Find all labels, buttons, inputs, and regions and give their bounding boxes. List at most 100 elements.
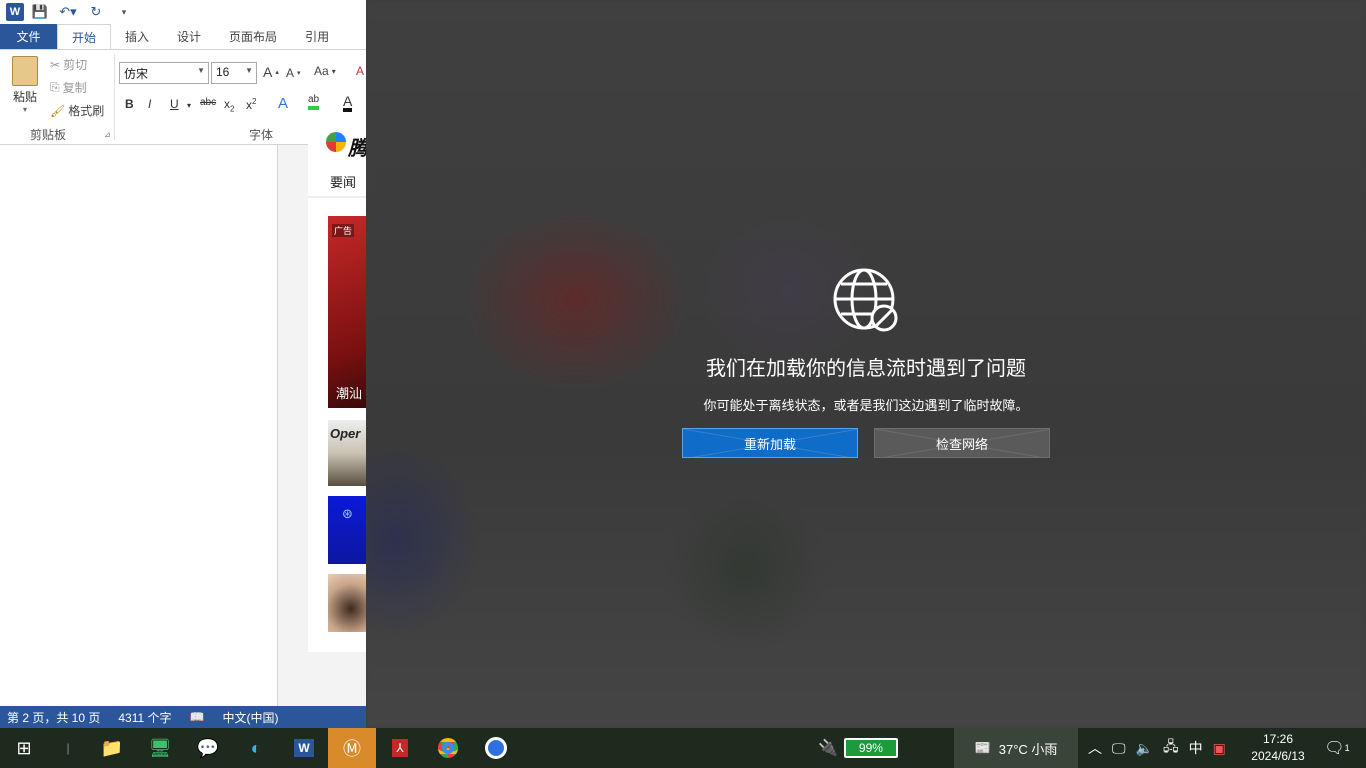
tab-insert[interactable]: 插入 bbox=[111, 24, 163, 49]
tab-design[interactable]: 设计 bbox=[163, 24, 215, 49]
word-status-bar: 第 2 页，共 10 页 4311 个字 📖 中文(中国) bbox=[0, 706, 366, 728]
nav-divider bbox=[308, 196, 366, 198]
text-effects-button[interactable]: A bbox=[278, 95, 288, 112]
news-thumb-4[interactable] bbox=[328, 574, 366, 632]
news-panel: 腾 要闻 广告 潮汕 Oper ⊛ bbox=[308, 118, 366, 652]
taskbar: ⊞ | 📁 🖥 💬 ◐ W Ⓜ ⅄ 🔌 99% 📰 37°C 小雨 ︿ 🖵 🔈 … bbox=[0, 728, 1366, 768]
clipboard-group-label: 剪贴板 bbox=[30, 128, 67, 142]
paste-button[interactable]: 粘贴 ▾ bbox=[10, 56, 40, 114]
battery-percent: 99% bbox=[858, 741, 883, 755]
subscript-button[interactable]: x2 bbox=[224, 97, 234, 113]
copy-icon: ⎘ bbox=[50, 80, 60, 94]
ime-indicator[interactable]: 中 bbox=[1189, 738, 1203, 758]
file-explorer-icon[interactable]: 📁 bbox=[88, 728, 136, 768]
copy-button[interactable]: ⎘ 复制 bbox=[50, 79, 87, 96]
error-actions: 重新加载 检查网络 bbox=[682, 428, 1050, 458]
scissors-icon: ✂ bbox=[50, 57, 61, 72]
volume-icon[interactable]: 🔈 bbox=[1136, 740, 1153, 757]
reload-button[interactable]: 重新加载 bbox=[682, 428, 858, 458]
tab-layout[interactable]: 页面布局 bbox=[215, 24, 291, 49]
display-icon[interactable]: 🖵 bbox=[1112, 740, 1126, 757]
dialog-launcher-icon[interactable]: ⊿ bbox=[104, 130, 111, 139]
battery-indicator[interactable]: 🔌 99% bbox=[818, 728, 898, 768]
power-plug-icon: 🔌 bbox=[818, 740, 838, 757]
weather-widget[interactable]: 📰 37°C 小雨 bbox=[954, 728, 1078, 768]
start-button[interactable]: ⊞ bbox=[0, 728, 48, 768]
task-view-icon[interactable]: | bbox=[48, 728, 88, 768]
chevron-down-icon: ▼ bbox=[245, 66, 253, 75]
undo-icon[interactable]: ↶▾ bbox=[56, 2, 80, 22]
change-case-button[interactable]: Aa ▾ bbox=[314, 64, 336, 78]
motorola-app-icon[interactable]: Ⓜ bbox=[328, 728, 376, 768]
edge-icon[interactable]: ◐ bbox=[232, 728, 280, 768]
font-color-button[interactable]: A bbox=[343, 94, 353, 112]
clock[interactable]: 17:26 2024/6/13 bbox=[1238, 728, 1318, 768]
notification-center-icon[interactable]: 🗨 1 bbox=[1322, 728, 1352, 768]
news-thumb-ad[interactable]: 广告 潮汕 bbox=[328, 216, 366, 408]
quick-access-toolbar: W 💾 ↶▾ ↻ ▾ bbox=[0, 0, 366, 24]
thumb-caption: Oper bbox=[330, 426, 361, 441]
browser-app-icon[interactable] bbox=[472, 728, 520, 768]
chrome-icon[interactable] bbox=[424, 728, 472, 768]
underline-button[interactable]: U bbox=[170, 97, 179, 111]
word-count[interactable]: 4311 个字 bbox=[118, 709, 171, 726]
save-icon[interactable]: 💾 bbox=[28, 2, 52, 22]
clipboard-icon bbox=[12, 56, 38, 86]
tencent-news-logo-icon bbox=[326, 132, 346, 152]
underline-dropdown-icon[interactable]: ▾ bbox=[187, 101, 191, 110]
battery-icon: 99% bbox=[843, 738, 898, 758]
check-network-button[interactable]: 检查网络 bbox=[874, 428, 1050, 458]
language[interactable]: 中文(中国) bbox=[222, 709, 278, 726]
paste-label: 粘贴 bbox=[12, 90, 37, 104]
news-thumb-3[interactable]: ⊛ bbox=[328, 496, 366, 564]
word-logo-icon: W bbox=[6, 3, 24, 21]
screen-recorder-icon[interactable]: 🖥 bbox=[136, 728, 184, 768]
pdf-reader-icon[interactable]: ⅄ bbox=[376, 728, 424, 768]
wechat-icon[interactable]: 💬 bbox=[184, 728, 232, 768]
highlight-button[interactable]: ab bbox=[308, 94, 320, 110]
notification-count: 1 bbox=[1344, 743, 1350, 753]
logo-swirl-icon: ⊛ bbox=[342, 506, 353, 521]
network-icon[interactable]: 🖧 bbox=[1163, 736, 1179, 760]
grow-font-button[interactable]: A ▴ bbox=[263, 64, 279, 80]
news-nav-item[interactable]: 要闻 bbox=[330, 172, 356, 191]
news-headline: 潮汕 bbox=[336, 386, 363, 401]
cut-button[interactable]: ✂ 剪切 bbox=[50, 56, 87, 73]
news-widget-icon: 📰 bbox=[974, 740, 991, 755]
strikethrough-button[interactable]: abc bbox=[200, 97, 216, 108]
italic-button[interactable]: I bbox=[148, 97, 151, 111]
word-window: W 💾 ↶▾ ↻ ▾ 文件 开始 插入 设计 页面布局 引用 粘贴 ▾ ✂ 剪切 … bbox=[0, 0, 366, 728]
clock-date: 2024/6/13 bbox=[1251, 749, 1305, 763]
error-title: 我们在加载你的信息流时遇到了问题 bbox=[706, 358, 1026, 380]
font-family-combo[interactable]: 仿宋 ▼ bbox=[119, 62, 209, 84]
page-count[interactable]: 第 2 页，共 10 页 bbox=[7, 709, 100, 726]
document-page[interactable] bbox=[0, 145, 278, 706]
app-tray-icon[interactable]: ▣ bbox=[1213, 740, 1226, 757]
superscript-button[interactable]: x2 bbox=[246, 97, 256, 112]
error-message: 我们在加载你的信息流时遇到了问题 你可能处于离线状态，或者是我们这边遇到了临时故… bbox=[366, 268, 1366, 414]
system-tray: ︿ 🖵 🔈 🖧 中 ▣ bbox=[1088, 728, 1226, 768]
error-subtitle: 你可能处于离线状态，或者是我们这边遇到了临时故障。 bbox=[703, 398, 1029, 413]
chevron-down-icon: ▼ bbox=[197, 66, 205, 75]
tab-home[interactable]: 开始 bbox=[57, 24, 112, 49]
weather-text: 37°C 小雨 bbox=[998, 741, 1058, 757]
font-size-combo[interactable]: 16 ▼ bbox=[211, 62, 257, 84]
news-thumb-2[interactable]: Oper bbox=[328, 420, 366, 486]
group-divider bbox=[114, 54, 115, 140]
news-feed-panel: 我们在加载你的信息流时遇到了问题 你可能处于离线状态，或者是我们这边遇到了临时故… bbox=[366, 0, 1366, 728]
shrink-font-button[interactable]: A ▾ bbox=[286, 66, 301, 80]
ad-label: 广告 bbox=[332, 224, 355, 237]
bold-button[interactable]: B bbox=[125, 97, 134, 111]
proofing-icon[interactable]: 📖 bbox=[190, 710, 205, 724]
news-logo-text: 腾 bbox=[348, 138, 366, 160]
reload-label: 重新加载 bbox=[743, 436, 796, 452]
chevron-up-icon[interactable]: ︿ bbox=[1088, 738, 1102, 758]
tab-file[interactable]: 文件 bbox=[0, 24, 57, 49]
clear-format-icon[interactable]: A bbox=[356, 64, 364, 78]
format-painter-button[interactable]: 🖌 格式刷 bbox=[50, 102, 104, 119]
word-icon[interactable]: W bbox=[280, 728, 328, 768]
redo-icon[interactable]: ↻ bbox=[84, 2, 108, 22]
font-group-label: 字体 bbox=[249, 128, 274, 142]
tab-references[interactable]: 引用 bbox=[291, 24, 343, 49]
customize-qat-icon[interactable]: ▾ bbox=[112, 2, 136, 22]
